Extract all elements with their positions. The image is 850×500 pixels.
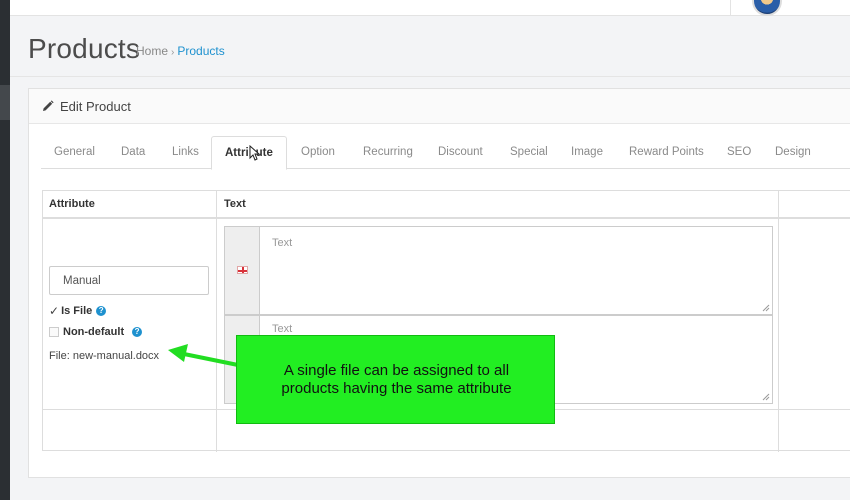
checkbox-box[interactable] xyxy=(49,327,59,337)
file-name-label: File: new-manual.docx xyxy=(49,350,160,362)
non-default-checkbox[interactable]: Non-default ? xyxy=(49,326,143,338)
column-header-text: Text xyxy=(224,198,246,210)
annotation-callout: A single file can be assigned to all pro… xyxy=(236,335,555,424)
attribute-text-area[interactable]: Text xyxy=(272,323,292,335)
text-language-group: Text xyxy=(224,226,773,315)
column-header-attribute: Attribute xyxy=(49,198,95,210)
help-icon[interactable]: ? xyxy=(96,306,107,316)
tab-general[interactable]: General xyxy=(54,136,95,169)
attribute-text-area[interactable]: Text xyxy=(272,237,292,249)
tab-reward-points[interactable]: Reward Points xyxy=(629,136,704,169)
sidebar-strip xyxy=(0,0,10,500)
breadcrumb-home-link[interactable]: Home xyxy=(136,44,168,58)
column-divider xyxy=(216,191,217,452)
pencil-icon xyxy=(43,100,54,111)
table-header-row: Attribute Text xyxy=(43,191,850,219)
breadcrumb-products-link[interactable]: Products xyxy=(177,44,224,58)
tab-recurring[interactable]: Recurring xyxy=(363,136,413,169)
sidebar-active-item[interactable] xyxy=(0,85,10,120)
callout-arrow-icon xyxy=(168,344,239,367)
top-header xyxy=(10,0,850,16)
product-tabs: General Data Links Attribute Option Recu… xyxy=(41,136,850,170)
help-icon[interactable]: ? xyxy=(132,327,143,337)
user-avatar[interactable] xyxy=(752,0,782,16)
flag-icon xyxy=(237,266,248,274)
page-title: Products xyxy=(28,33,141,64)
callout-text: A single file can be assigned to all pro… xyxy=(237,362,556,398)
tab-seo[interactable]: SEO xyxy=(727,136,751,169)
non-default-label: Non-default xyxy=(63,326,125,338)
page-header: Products Home › Products xyxy=(10,17,850,77)
is-file-checkbox[interactable]: ✓ Is File ? xyxy=(49,304,107,318)
tab-data[interactable]: Data xyxy=(121,136,145,169)
tab-image[interactable]: Image xyxy=(571,136,603,169)
attribute-name-input[interactable] xyxy=(49,266,209,295)
column-divider xyxy=(778,191,779,452)
is-file-label: Is File xyxy=(61,305,93,317)
panel-heading: Edit Product xyxy=(29,89,850,124)
panel-title: Edit Product xyxy=(60,99,131,114)
breadcrumb-separator: › xyxy=(171,47,175,58)
mouse-cursor-icon xyxy=(249,145,261,161)
language-addon xyxy=(225,227,260,314)
tab-special[interactable]: Special xyxy=(510,136,548,169)
header-divider xyxy=(730,0,731,16)
tab-discount[interactable]: Discount xyxy=(438,136,483,169)
tab-design[interactable]: Design xyxy=(775,136,811,169)
resize-grip-icon[interactable] xyxy=(762,304,770,312)
resize-grip-icon[interactable] xyxy=(762,393,770,401)
tab-links[interactable]: Links xyxy=(172,136,199,169)
callout-line-2: products having the same attribute xyxy=(281,380,512,397)
tab-option[interactable]: Option xyxy=(301,136,335,169)
callout-line-1: A single file can be assigned to all xyxy=(283,362,510,379)
breadcrumb: Home › Products xyxy=(136,44,225,58)
check-icon: ✓ xyxy=(49,304,60,318)
